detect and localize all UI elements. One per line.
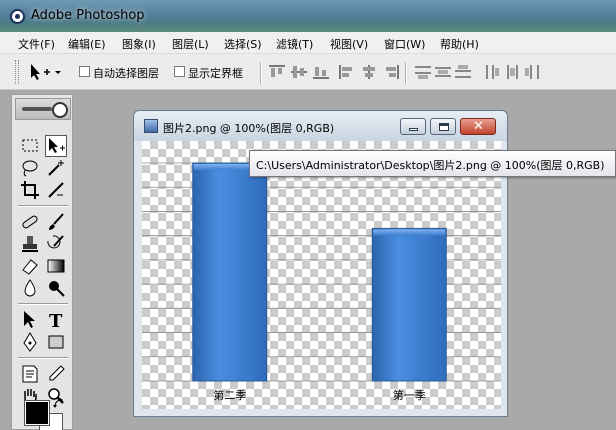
auto-select-checkbox[interactable] — [79, 66, 90, 77]
document-icon — [144, 119, 158, 133]
menu-image[interactable]: 图象(I) — [122, 36, 156, 52]
toolbox-header[interactable] — [15, 98, 71, 120]
auto-select-label: 自动选择图层 — [93, 67, 159, 80]
menu-select[interactable]: 选择(S) — [224, 36, 262, 52]
crop-tool-icon[interactable] — [19, 179, 41, 201]
photoshop-logo-icon — [10, 9, 25, 24]
distribute-hcenter-icon[interactable] — [504, 64, 522, 80]
align-bottom-icon[interactable] — [312, 64, 330, 80]
options-separator — [260, 62, 262, 84]
distribute-bottom-icon[interactable] — [454, 64, 472, 80]
category-label: 第一季 — [393, 388, 426, 402]
align-vertical-center-icon[interactable] — [290, 64, 308, 80]
dodge-tool-icon[interactable] — [45, 277, 67, 299]
menu-bar: 文件(F) 编辑(E) 图象(I) 图层(L) 选择(S) 滤镜(T) 视图(V… — [0, 32, 616, 54]
app-title: Adobe Photoshop — [31, 8, 145, 23]
bar-1 — [192, 162, 268, 382]
bar-highlight — [373, 229, 446, 236]
align-top-icon[interactable] — [268, 64, 286, 80]
pen-tool-icon[interactable] — [19, 331, 41, 353]
distribute-right-icon[interactable] — [524, 64, 542, 80]
close-button[interactable]: ✕ — [460, 118, 496, 135]
foreground-color-swatch[interactable] — [24, 400, 50, 426]
bar-chart: 第二季 第一季 — [142, 162, 501, 402]
align-horizontal-center-icon[interactable] — [360, 64, 378, 80]
minimize-button[interactable] — [400, 118, 426, 135]
category-label: 第二季 — [213, 388, 246, 402]
show-bounds-checkbox[interactable] — [174, 66, 185, 77]
document-title: 图片2.png @ 100%(图层 0,RGB) — [163, 122, 335, 135]
app-title-bar: Adobe Photoshop — [0, 0, 616, 32]
options-bar: 自动选择图层 显示定界框 — [0, 54, 616, 90]
document-path-tooltip: C:\Users\Administrator\Desktop\图片2.png @… — [249, 150, 616, 177]
distribute-top-icon[interactable] — [414, 64, 432, 80]
bar-2 — [371, 227, 447, 382]
options-bar-grip[interactable] — [15, 60, 19, 84]
menu-layer[interactable]: 图层(L) — [172, 36, 209, 52]
menu-filter[interactable]: 滤镜(T) — [276, 36, 313, 52]
marquee-tool-icon[interactable] — [19, 135, 41, 157]
toolbox-divider — [18, 357, 68, 359]
menu-help[interactable]: 帮助(H) — [440, 36, 479, 52]
distribute-center-icon[interactable] — [434, 64, 452, 80]
minimize-icon — [409, 128, 418, 131]
toolbox-divider — [18, 303, 68, 305]
align-left-icon[interactable] — [338, 64, 356, 80]
slice-tool-icon[interactable] — [45, 179, 67, 201]
history-brush-icon[interactable] — [45, 233, 67, 255]
menu-view[interactable]: 视图(V) — [330, 36, 368, 52]
healing-brush-icon[interactable] — [19, 211, 41, 233]
swap-colors-icon[interactable] — [53, 398, 65, 410]
blur-tool-icon[interactable] — [19, 277, 41, 299]
path-selection-icon[interactable] — [19, 309, 41, 331]
magic-wand-icon[interactable] — [45, 157, 67, 179]
maximize-button[interactable] — [430, 118, 456, 135]
eraser-tool-icon[interactable] — [19, 255, 41, 277]
feather-icon — [22, 107, 52, 111]
menu-file[interactable]: 文件(F) — [18, 36, 55, 52]
brush-tool-icon[interactable] — [45, 211, 67, 233]
type-tool-icon[interactable]: T — [45, 309, 67, 331]
notes-tool-icon[interactable] — [19, 363, 41, 385]
toolbox-divider — [18, 205, 68, 207]
maximize-icon — [439, 123, 449, 131]
move-tool-preset-picker[interactable] — [28, 63, 62, 81]
shape-tool-icon[interactable] — [45, 331, 67, 353]
move-tool-icon[interactable] — [45, 135, 67, 157]
image-canvas[interactable]: 第二季 第一季 — [142, 141, 501, 409]
options-separator — [405, 62, 407, 84]
eyedropper-tool-icon[interactable] — [45, 363, 67, 385]
move-tool-icon — [31, 64, 61, 80]
document-title-bar[interactable]: 图片2.png @ 100%(图层 0,RGB) ✕ — [134, 111, 507, 141]
distribute-left-icon[interactable] — [484, 64, 502, 80]
menu-edit[interactable]: 编辑(E) — [68, 36, 106, 52]
show-bounds-label: 显示定界框 — [188, 67, 243, 80]
close-icon: ✕ — [473, 119, 484, 134]
align-right-icon[interactable] — [382, 64, 400, 80]
svg-text:T: T — [49, 311, 63, 331]
menu-window[interactable]: 窗口(W) — [384, 36, 425, 52]
gradient-tool-icon[interactable] — [45, 255, 67, 277]
toolbox: T — [11, 94, 73, 430]
lasso-tool-icon[interactable] — [19, 157, 41, 179]
clone-stamp-icon[interactable] — [19, 233, 41, 255]
eye-logo-icon — [52, 102, 68, 118]
